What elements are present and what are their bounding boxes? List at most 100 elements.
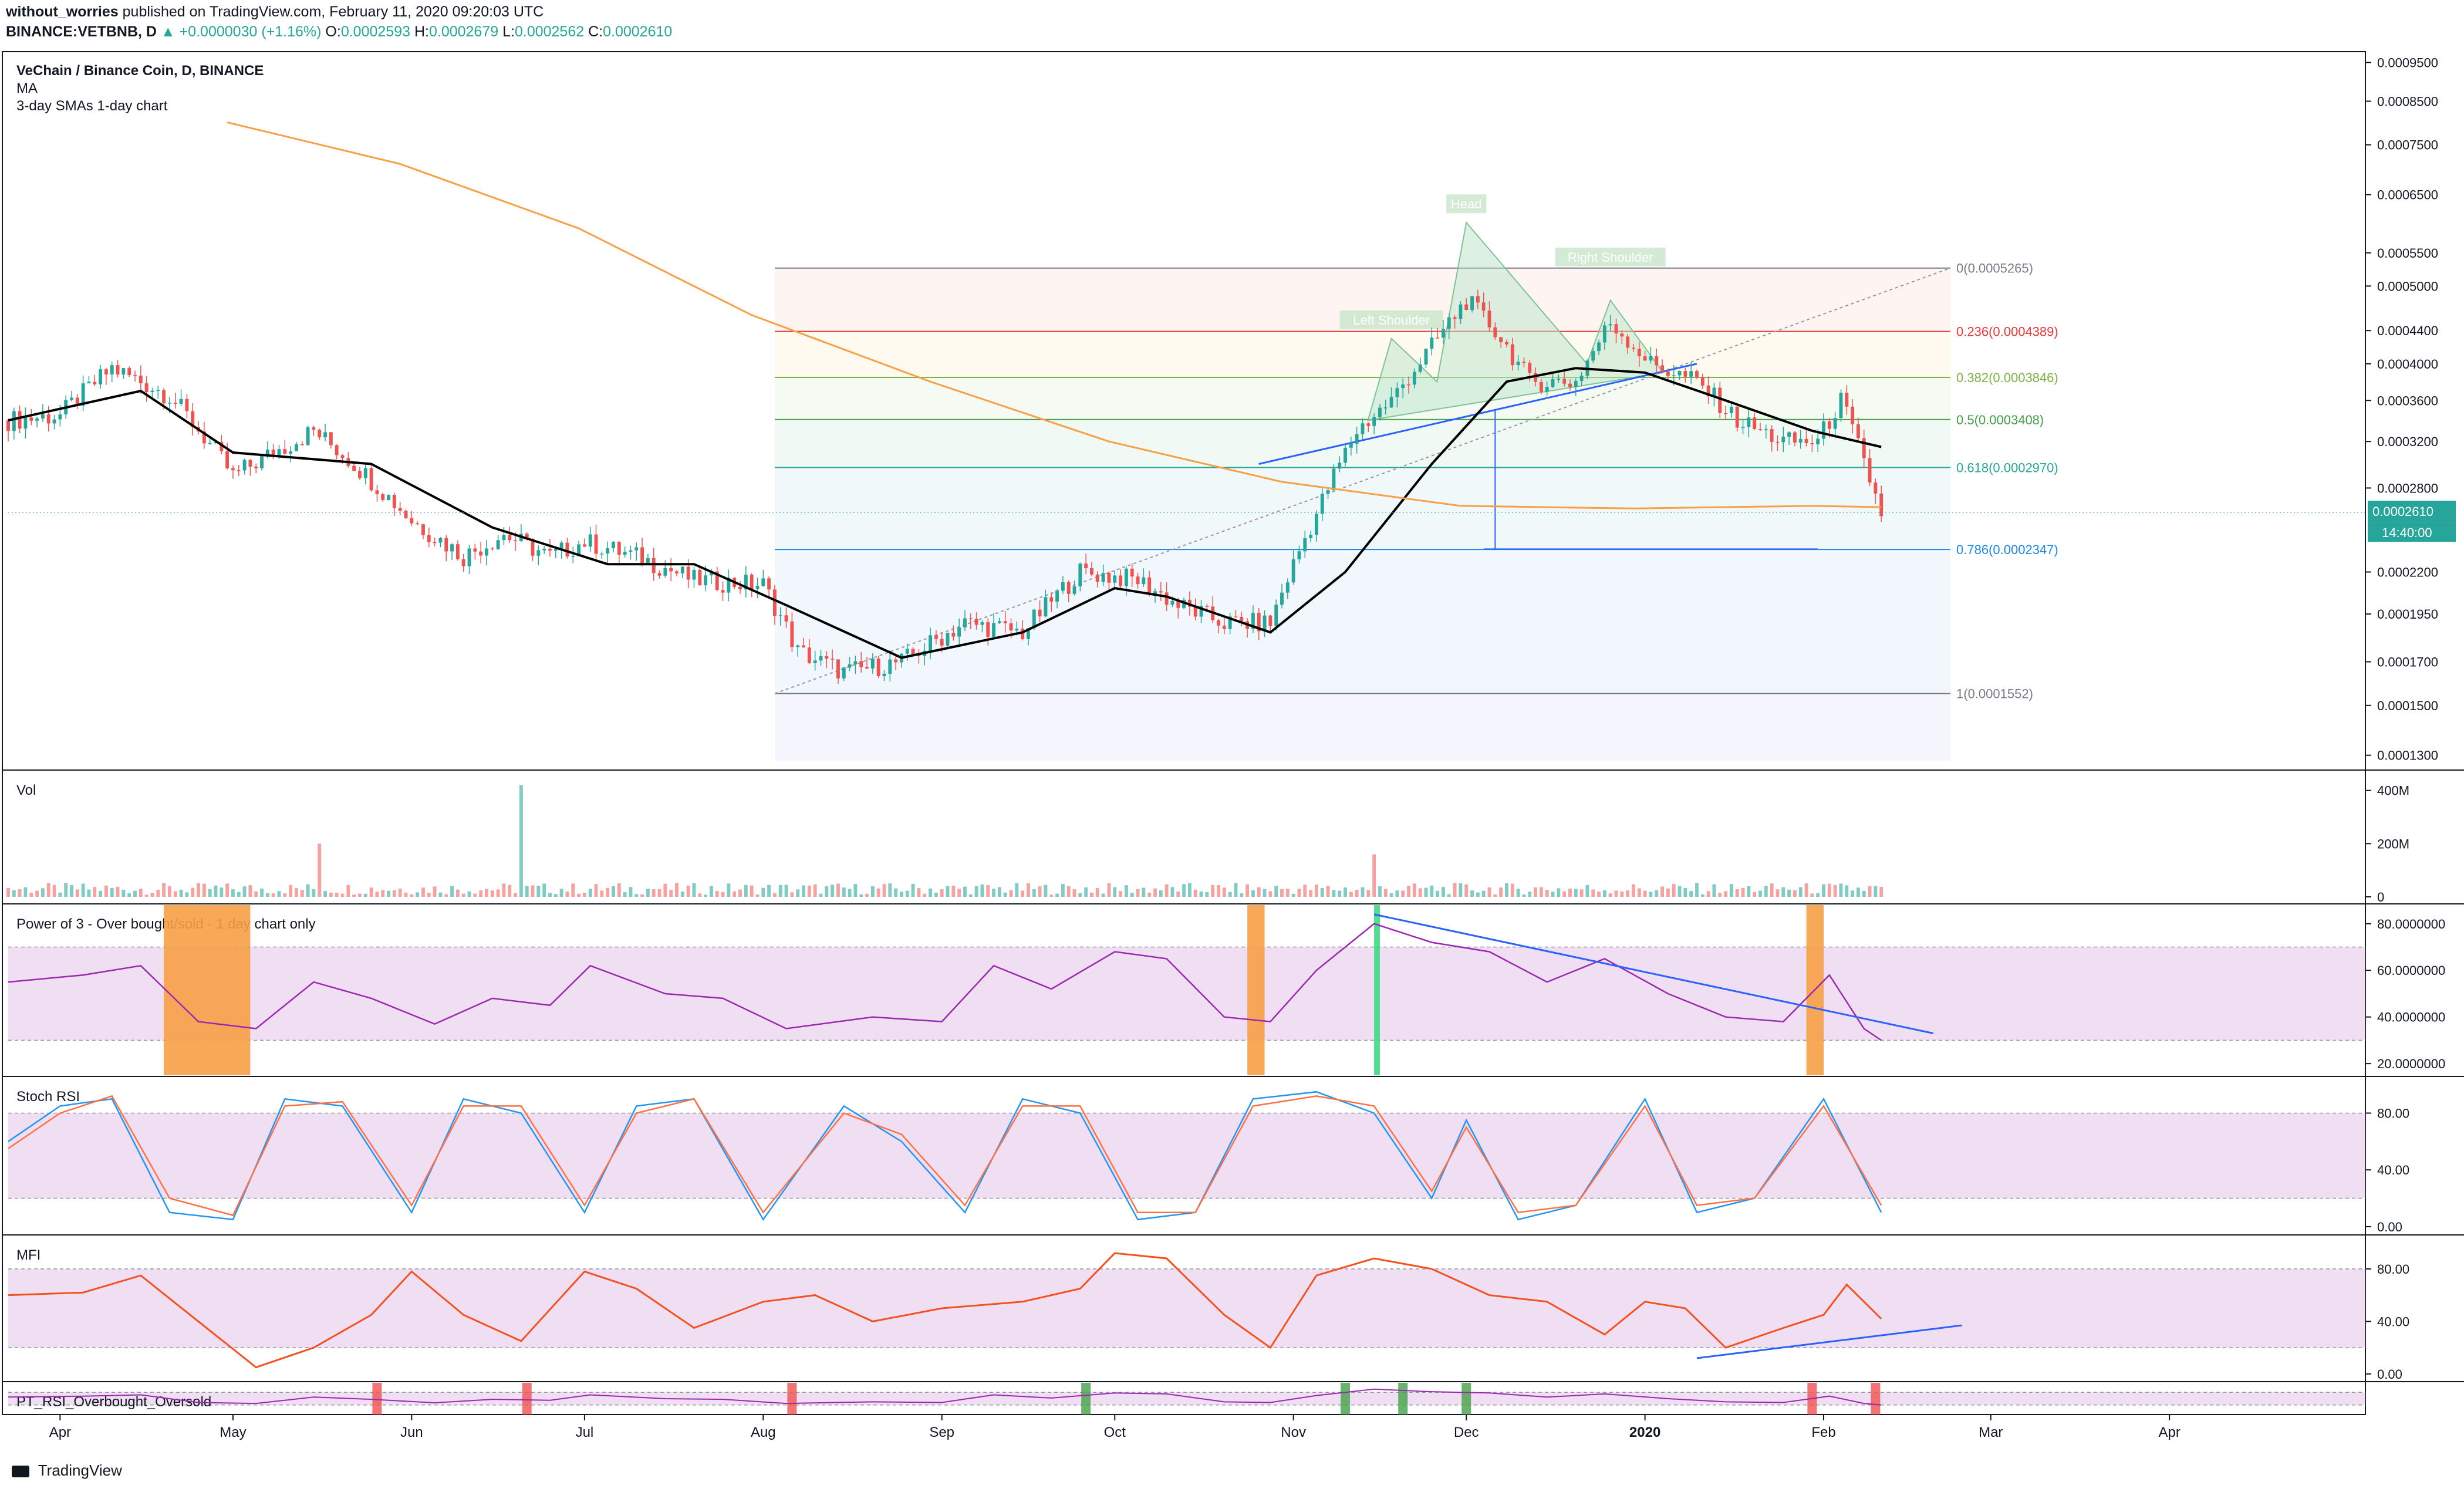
volume-bar <box>790 892 794 897</box>
volume-bar <box>392 890 396 897</box>
volume-bar <box>427 893 431 897</box>
volume-bar <box>1044 885 1048 897</box>
price-candle-body <box>652 558 656 573</box>
price-candle-body <box>1810 443 1814 444</box>
price-candle-body <box>1620 333 1624 337</box>
volume-bar <box>167 886 171 897</box>
volume-bar <box>1078 893 1082 897</box>
tradingview-logo-icon <box>12 1466 29 1478</box>
volume-bar <box>1257 887 1261 897</box>
chart-canvas[interactable]: 0(0.0005265) 0.236(0.0004389) 0.382(0.0003… <box>0 0 2464 1492</box>
price-candle-body <box>940 639 944 646</box>
price-candle-body <box>663 568 667 576</box>
price-candle-body <box>295 444 298 451</box>
price-candle-body <box>1436 337 1440 339</box>
price-candle-body <box>1407 384 1410 386</box>
price-candle-body <box>1851 406 1855 424</box>
volume-bar <box>1505 883 1508 897</box>
volume-bar <box>1291 893 1295 897</box>
volume-bar <box>473 893 477 897</box>
pt-rsi-marker <box>1398 1383 1408 1415</box>
price-candle-body <box>629 550 633 552</box>
volume-bar <box>242 886 247 897</box>
price-candle-body <box>352 465 356 471</box>
price-candle-body <box>167 403 171 404</box>
volume-bar <box>675 883 679 897</box>
volume-bar <box>1781 887 1785 897</box>
volume-bar <box>974 886 978 897</box>
price-candle-body <box>173 403 177 404</box>
price-legend-2: 3-day SMAs 1-day chart <box>16 98 168 114</box>
volume-bar <box>1130 893 1134 897</box>
price-candle-body <box>1735 406 1739 428</box>
volume-bar <box>1672 884 1676 897</box>
price-candle-body <box>1758 428 1762 430</box>
volume-bar <box>1401 890 1405 897</box>
volume-bar <box>1655 890 1659 897</box>
volume-bar <box>1683 887 1687 897</box>
price-candle-body <box>179 399 183 404</box>
price-candle-body <box>1113 575 1117 583</box>
volume-bar <box>1338 890 1342 897</box>
price-candle-body <box>934 635 938 639</box>
price-candle-body <box>675 571 679 574</box>
price-candle-body <box>1044 597 1048 617</box>
volume-bar <box>40 888 45 897</box>
price-candle-body <box>1395 388 1399 397</box>
fib-zone <box>774 331 1951 378</box>
volume-bar <box>1442 887 1445 897</box>
stoch_rsi-pane: 80.00 40.00 0.00 Stoch RSI <box>8 1089 2409 1234</box>
price-candle-body <box>312 427 316 430</box>
price-candle-body <box>755 586 760 589</box>
volume-bar <box>548 893 552 897</box>
price-tick-label: 0.0007500 <box>2377 138 2438 153</box>
volume-bar <box>1061 883 1065 897</box>
time-tick-label: Aug <box>751 1425 776 1440</box>
price-candle-body <box>831 659 835 660</box>
price-candle-body <box>1280 592 1284 605</box>
price-candle-body <box>1476 296 1480 303</box>
price-candle-body <box>116 365 120 375</box>
price-candle-body <box>1608 324 1612 326</box>
price-candle-body <box>1453 317 1457 319</box>
price-candle-body <box>1487 310 1491 328</box>
volume-bar <box>508 885 512 897</box>
volume-bar <box>1182 884 1186 897</box>
price-candle-body <box>1804 438 1808 444</box>
volume-bar <box>929 888 932 897</box>
volume-bar <box>715 891 719 897</box>
price-candle-body <box>1781 437 1785 443</box>
volume-bar <box>144 894 148 897</box>
price-candle-body <box>1095 574 1099 582</box>
volume-bar <box>455 889 460 897</box>
price-candle-body <box>1015 629 1019 631</box>
volume-bar <box>1510 883 1514 897</box>
volume-bar <box>1620 891 1624 897</box>
volume-bar <box>421 887 425 897</box>
price-candle-body <box>894 659 898 663</box>
time-tick-label: Nov <box>1281 1425 1306 1440</box>
volume-bar <box>23 887 28 897</box>
price-candle-body <box>778 615 782 616</box>
mfi-tick-label: 0.00 <box>2377 1367 2402 1382</box>
price-candle-body <box>623 551 627 555</box>
tradingview-footer[interactable]: TradingView <box>12 1461 122 1480</box>
fib-zone <box>774 693 1951 761</box>
price-tick-label: 0.0006500 <box>2377 188 2438 202</box>
volume-bar <box>1418 888 1422 897</box>
price-candle-body <box>986 622 990 637</box>
price-candle-body <box>968 618 973 620</box>
volume-bar <box>836 883 840 897</box>
price-candle-body <box>1545 387 1549 392</box>
price-candle-body <box>335 445 339 455</box>
volume-bar <box>680 891 684 897</box>
volume-bar <box>1516 889 1520 897</box>
volume-bar <box>1816 893 1820 897</box>
price-candle-body <box>1672 375 1676 376</box>
fib-level-label: 0.618(0.0002970) <box>1956 460 2058 475</box>
price-candle-body <box>1124 568 1128 586</box>
price-candle-body <box>1326 490 1330 494</box>
price-candle-body <box>1879 493 1884 517</box>
last-price-label: 0.0002610 <box>2372 504 2433 519</box>
price-candle-body <box>1568 383 1572 387</box>
